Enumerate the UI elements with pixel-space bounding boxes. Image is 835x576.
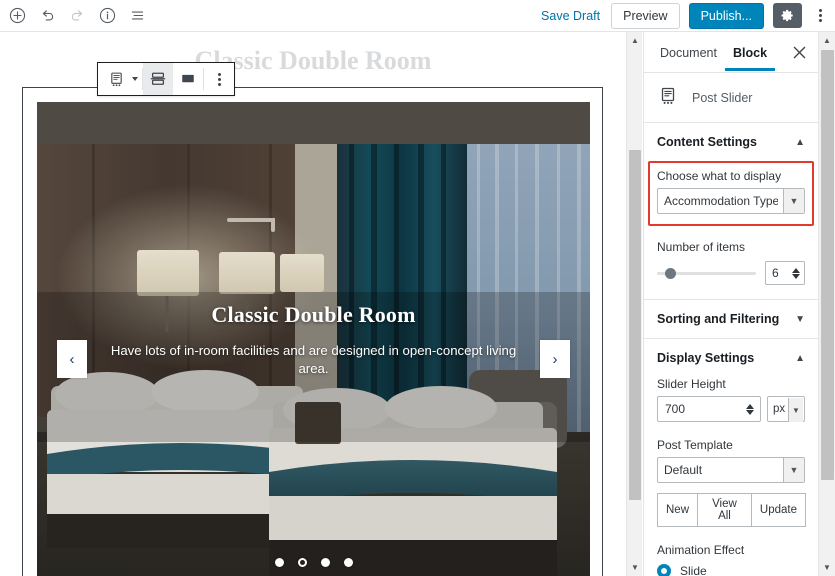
slide-description: Have lots of in-room facilities and are … — [110, 343, 517, 377]
publish-button[interactable]: Publish... — [688, 2, 764, 29]
more-tools-kebab-icon[interactable] — [811, 3, 829, 28]
panel-display-settings-title: Display Settings — [657, 351, 755, 365]
panel-sorting-and-filtering-title: Sorting and Filtering — [657, 312, 780, 326]
slider-prev-arrow[interactable]: ‹ — [57, 340, 87, 378]
undo-icon[interactable] — [34, 3, 60, 29]
block-name-label: Post Slider — [692, 90, 753, 105]
number-of-items-value: 6 — [772, 266, 779, 280]
sidebar-scroll-thumb[interactable] — [821, 50, 834, 480]
panel-content-settings-body: Choose what to display Accommodation Typ… — [644, 161, 818, 299]
number-of-items-slider[interactable] — [657, 267, 756, 279]
post-title[interactable]: Classic Double Room — [0, 46, 626, 76]
choose-what-to-display-select[interactable]: Accommodation Types — [657, 188, 805, 214]
slider-height-control: 700 px ▼ — [657, 396, 805, 422]
block-type-chevron-down-icon[interactable] — [132, 77, 138, 81]
chevron-up-icon[interactable]: ▲ — [795, 137, 805, 148]
number-of-items-stepper[interactable]: 6 — [765, 261, 805, 285]
slider-dot-3[interactable] — [320, 558, 330, 567]
preview-button[interactable]: Preview — [611, 2, 680, 29]
editor-canvas: Classic Double Room Classic Double Room … — [0, 32, 626, 576]
choose-what-to-display-label: Choose what to display — [657, 169, 782, 183]
slide-caption: Classic Double Room Have lots of in-room… — [37, 302, 590, 379]
panel-sorting-and-filtering: Sorting and Filtering ▼ — [644, 300, 818, 339]
post-slider-block[interactable]: Classic Double Room Have lots of in-room… — [22, 87, 603, 576]
sidebar-tabs: Document Block — [644, 32, 818, 73]
block-toolbar — [97, 62, 235, 96]
canvas-scroll-down-icon[interactable]: ▼ — [627, 559, 643, 576]
number-of-items-label: Number of items — [657, 240, 746, 254]
animation-effect-label: Animation Effect — [657, 543, 745, 557]
choose-what-to-display-highlight: Choose what to display Accommodation Typ… — [648, 161, 814, 226]
slider-dot-2[interactable] — [297, 558, 307, 567]
canvas-scroll-up-icon[interactable]: ▲ — [627, 32, 643, 49]
view-all-templates-button[interactable]: View All — [697, 493, 752, 527]
block-navigation-icon[interactable] — [124, 3, 150, 29]
sidebar-scroll-down-icon[interactable]: ▼ — [819, 559, 835, 576]
template-action-buttons: New View All Update — [657, 493, 806, 527]
chevron-down-icon[interactable]: ▼ — [795, 314, 805, 325]
canvas-scroll-thumb[interactable] — [629, 150, 641, 500]
panel-display-settings: Display Settings ▲ Slider Height 700 px … — [644, 339, 818, 576]
choose-what-to-display-select-wrap: Accommodation Types ▼ — [657, 188, 805, 214]
update-template-button[interactable]: Update — [750, 493, 806, 527]
radio-animation-slide[interactable]: Slide — [657, 564, 805, 576]
chevron-up-icon[interactable]: ▲ — [795, 353, 805, 364]
post-template-select[interactable]: Default — [657, 457, 805, 483]
slider-viewport: Classic Double Room Have lots of in-room… — [37, 102, 590, 576]
post-template-label: Post Template — [657, 438, 733, 452]
redo-icon — [64, 3, 90, 29]
chevron-down-icon: ▼ — [788, 398, 803, 422]
slider-height-unit-value: px — [773, 403, 786, 415]
alignment-group — [143, 63, 203, 95]
tab-block[interactable]: Block — [725, 34, 775, 71]
top-bar-left-tools — [0, 3, 150, 29]
panel-display-settings-body: Slider Height 700 px ▼ Post Template Def… — [644, 377, 818, 576]
canvas-scrollbar[interactable]: ▲ ▼ — [626, 32, 642, 576]
save-draft-button[interactable]: Save Draft — [539, 6, 602, 26]
slider-height-spinner-icon[interactable] — [743, 400, 756, 418]
add-block-icon[interactable] — [4, 3, 30, 29]
slide-title: Classic Double Room — [211, 302, 416, 327]
slider-height-value: 700 — [665, 402, 686, 416]
sidebar-scroll-up-icon[interactable]: ▲ — [819, 32, 835, 49]
full-width-icon[interactable] — [173, 63, 203, 95]
block-type-group — [98, 63, 142, 95]
wordpress-block-editor: Save Draft Preview Publish... Classic Do… — [0, 0, 835, 576]
panel-sorting-and-filtering-header[interactable]: Sorting and Filtering ▼ — [644, 300, 818, 338]
number-spinner-icon[interactable] — [789, 264, 802, 282]
block-settings-sidebar: Document Block Post Slider Content Setti… — [643, 32, 818, 576]
slider-height-input[interactable]: 700 — [657, 396, 761, 422]
slider-height-unit-select[interactable]: px ▼ — [767, 396, 805, 422]
number-of-items-control: 6 — [657, 261, 805, 285]
post-slider-icon — [658, 86, 678, 109]
new-template-button[interactable]: New — [657, 493, 699, 527]
selected-block-info: Post Slider — [644, 73, 818, 123]
info-icon[interactable] — [94, 3, 120, 29]
radio-indicator-selected — [657, 564, 671, 576]
tab-document[interactable]: Document — [652, 34, 725, 71]
align-center-icon[interactable] — [143, 63, 173, 95]
panel-content-settings-header[interactable]: Content Settings ▲ — [644, 123, 818, 161]
editor-top-bar: Save Draft Preview Publish... — [0, 0, 835, 32]
post-slider-block-icon[interactable] — [98, 63, 134, 95]
settings-gear-icon[interactable] — [773, 3, 802, 28]
slider-dot-4[interactable] — [343, 558, 353, 567]
panel-display-settings-header[interactable]: Display Settings ▲ — [644, 339, 818, 377]
slider-next-arrow[interactable]: › — [540, 340, 570, 378]
slider-dot-1[interactable] — [274, 558, 284, 567]
slider-pagination-dots — [37, 558, 590, 567]
slider-thumb[interactable] — [664, 267, 676, 279]
slider-height-label: Slider Height — [657, 377, 726, 391]
close-icon[interactable] — [788, 41, 810, 63]
panel-content-settings: Content Settings ▲ Choose what to displa… — [644, 123, 818, 300]
radio-animation-slide-label: Slide — [680, 564, 707, 576]
more-options-icon[interactable] — [204, 63, 234, 95]
top-bar-right-actions: Save Draft Preview Publish... — [539, 2, 835, 29]
sidebar-scrollbar[interactable]: ▲ ▼ — [818, 32, 835, 576]
post-template-select-wrap: Default ▼ — [657, 457, 805, 483]
panel-content-settings-title: Content Settings — [657, 135, 757, 149]
